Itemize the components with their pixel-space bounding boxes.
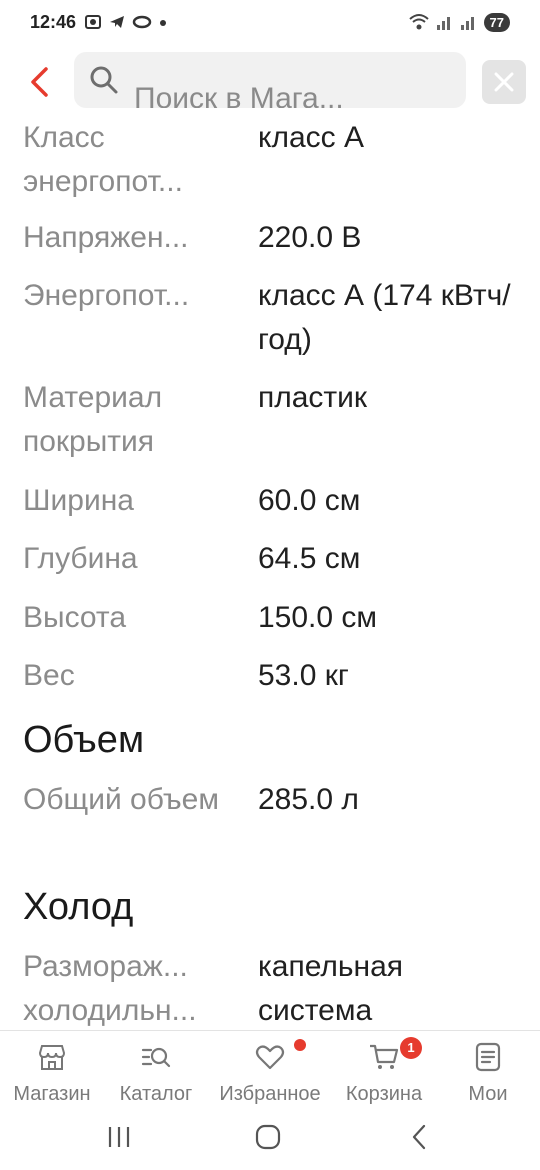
favorites-dot — [294, 1039, 306, 1051]
nav-label: Избранное — [219, 1083, 321, 1105]
nav-label: Мои — [468, 1083, 508, 1105]
section-title-cold: Холод — [23, 886, 134, 928]
store-icon — [38, 1045, 66, 1070]
chevron-left-icon — [31, 67, 48, 97]
home-icon — [255, 1124, 281, 1150]
wifi-icon — [408, 14, 429, 30]
link-icon — [132, 15, 152, 29]
spec-row: Ширина 60.0 см — [0, 479, 540, 523]
spec-value: 64.5 см — [258, 542, 361, 575]
spec-row: Вес 53.0 кг — [0, 654, 540, 698]
spec-label: Разморaж... холодильн... — [23, 950, 197, 1027]
spec-label: Глубина — [23, 542, 138, 575]
notification-icons — [84, 13, 168, 31]
recent-apps-icon — [108, 1127, 130, 1147]
system-back-button[interactable] — [404, 1122, 434, 1152]
spec-value: 53.0 кг — [258, 659, 349, 692]
spec-row: Глубина 64.5 см — [0, 537, 540, 581]
spec-row: Общий объем 285.0 л — [0, 778, 540, 868]
signal-icon — [460, 17, 474, 30]
header: Поиск в Мага... — [0, 44, 540, 118]
nav-item-cart[interactable]: 1 Корзина — [332, 1031, 436, 1107]
spec-row: Напряжен... 220.0 В — [0, 216, 540, 260]
spec-value: 220.0 В — [258, 221, 362, 254]
spec-label: Напряжен... — [23, 221, 189, 254]
spec-value: капельная система — [258, 950, 404, 1027]
spec-value: 60.0 см — [258, 484, 361, 517]
spec-row: Разморaж... холодильн... капельная систе… — [0, 945, 540, 1030]
home-button[interactable] — [253, 1122, 283, 1152]
spec-label: Класс энергопот... — [23, 121, 183, 198]
heart-icon — [255, 1045, 285, 1070]
cart-icon — [370, 1044, 399, 1069]
nav-label: Каталог — [119, 1083, 193, 1105]
cart-badge: 1 — [400, 1037, 422, 1059]
bottom-nav: Магазин Каталог Избранное 1 Корзина Мои — [0, 1030, 540, 1106]
nav-label: Магазин — [13, 1083, 91, 1105]
spec-value: 150.0 см — [258, 601, 378, 634]
search-input[interactable]: Поиск в Мага... — [74, 52, 466, 108]
recent-apps-button[interactable] — [104, 1122, 134, 1152]
dot-icon — [160, 20, 167, 26]
spec-label: Энергопот... — [23, 279, 190, 312]
search-placeholder: Поиск в Мага... — [134, 82, 344, 108]
product-specs: Класс энергопот... класс А Напряжен... 2… — [0, 118, 540, 1030]
back-button[interactable] — [24, 64, 54, 100]
clear-search-button[interactable] — [482, 60, 526, 104]
screenshot-icon — [85, 15, 102, 29]
spec-label: Вес — [23, 659, 75, 692]
nav-label: Корзина — [345, 1083, 423, 1105]
spec-value: пластик — [258, 381, 368, 414]
spec-value: класс А — [258, 121, 364, 154]
status-right: 77 — [408, 12, 510, 32]
spec-label: Высота — [23, 601, 127, 634]
orders-icon — [475, 1042, 501, 1072]
spec-label: Материал покрытия — [23, 381, 163, 458]
system-nav — [0, 1106, 540, 1170]
spec-row: Высота 150.0 см — [0, 596, 540, 640]
back-icon — [412, 1124, 426, 1150]
section-title-volume: Объем — [23, 719, 145, 761]
spec-row: Материал покрытия пластик — [0, 376, 540, 466]
status-bar: 12:46 77 — [0, 0, 540, 44]
nav-item-orders[interactable]: Мои — [436, 1031, 540, 1107]
status-time: 12:46 — [30, 11, 77, 32]
catalog-search-icon — [141, 1047, 171, 1068]
spec-label: Ширина — [23, 484, 134, 517]
battery-badge: 77 — [483, 12, 510, 32]
spec-row: Класс энергопот... класс А — [0, 118, 540, 206]
close-icon — [494, 72, 514, 92]
nav-item-store[interactable]: Магазин — [0, 1031, 104, 1107]
spec-value: 285.0 л — [258, 783, 359, 816]
signal-icon — [436, 17, 450, 30]
spec-label: Общий объем — [23, 783, 219, 816]
search-icon — [90, 66, 118, 94]
telegram-icon — [110, 16, 125, 28]
spec-row: Энергопот... класс А (174 кВтч/год) — [0, 274, 540, 364]
nav-item-catalog[interactable]: Каталог — [104, 1031, 208, 1107]
spec-value: класс А (174 кВтч/год) — [258, 279, 511, 356]
nav-item-favorites[interactable]: Избранное — [208, 1031, 332, 1107]
